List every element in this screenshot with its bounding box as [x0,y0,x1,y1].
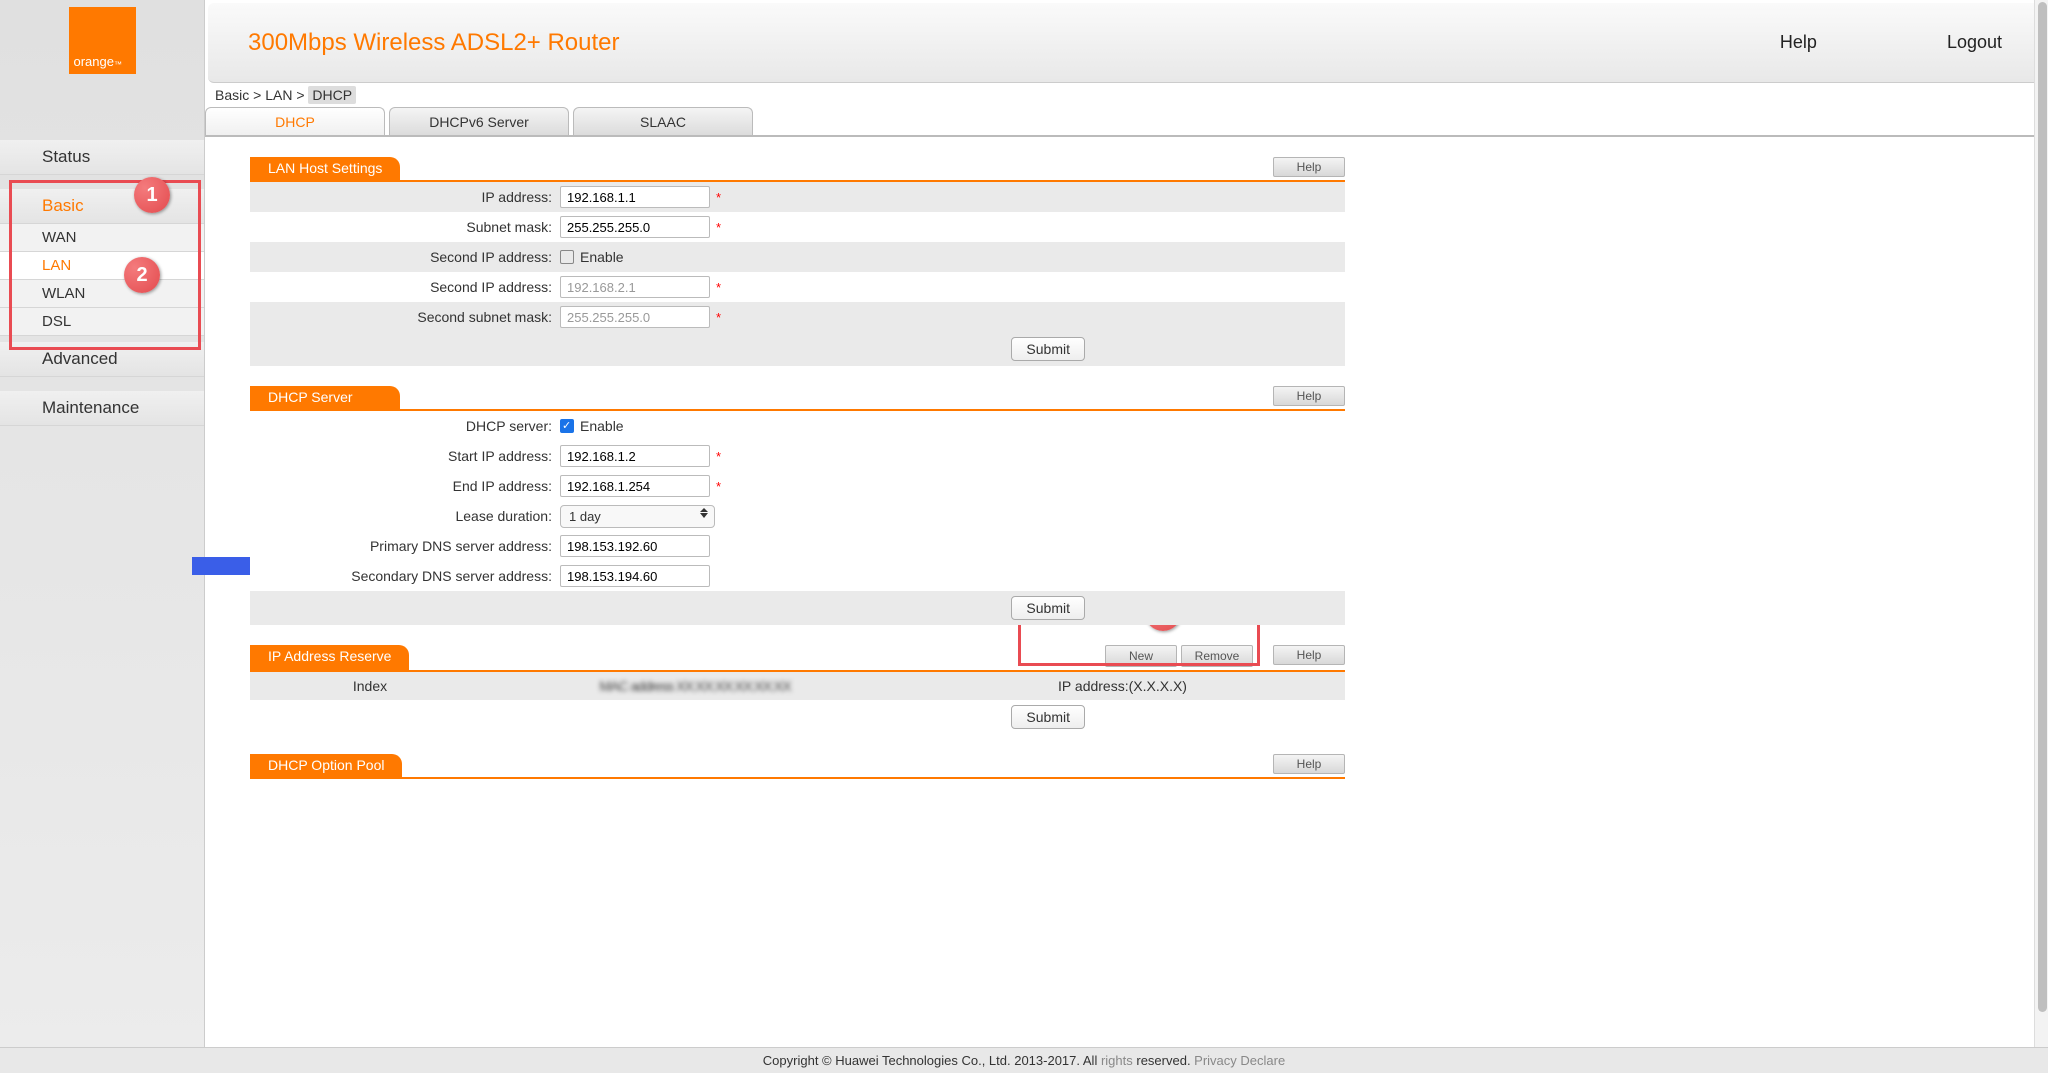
tab-dhcp[interactable]: DHCP [205,107,385,135]
breadcrumb: Basic > LAN > DHCP [205,83,2048,107]
col-index: Index [250,678,490,694]
panel-title-dhcp: DHCP Server [250,386,400,411]
logo-box: orange™ [0,0,204,80]
sidebar: orange™ Status Basic WAN LAN WLAN DSL Ad… [0,0,205,1073]
required-star: * [716,190,721,205]
submit-button-reserve[interactable]: Submit [1011,705,1085,729]
main: 300Mbps Wireless ADSL2+ Router Help Logo… [205,0,2048,1073]
tabs: DHCP DHCPv6 Server SLAAC [205,107,2040,137]
annotation-circle-2: 2 [124,257,160,293]
required-star: * [716,449,721,464]
col-ip: IP address:(X.X.X.X) [900,678,1345,694]
annotation-circle-1: 1 [134,177,170,213]
tab-slaac[interactable]: SLAAC [573,107,753,135]
footer-rights[interactable]: rights [1101,1053,1133,1068]
submit-button-lan-host[interactable]: Submit [1011,337,1085,361]
help-button-ip-reserve[interactable]: Help [1273,645,1345,665]
nav-maintenance[interactable]: Maintenance [0,391,204,426]
header-help-link[interactable]: Help [1780,32,1817,53]
second-ip-enable-text: Enable [580,249,624,265]
panel-title-option-pool: DHCP Option Pool [250,754,402,779]
nav-status[interactable]: Status [0,140,204,175]
scrollbar-thumb[interactable] [2038,2,2047,1012]
breadcrumb-current: DHCP [308,86,356,104]
label-second-ip: Second IP address: [250,279,560,295]
help-button-option-pool[interactable]: Help [1273,754,1345,774]
required-star: * [716,280,721,295]
panel-title-lan-host: LAN Host Settings [250,157,400,182]
required-star: * [716,479,721,494]
submit-button-dhcp[interactable]: Submit [1011,596,1085,620]
top-header: 300Mbps Wireless ADSL2+ Router Help Logo… [208,3,2042,83]
page-title: 300Mbps Wireless ADSL2+ Router [248,29,1710,57]
input-ip-address[interactable] [560,186,710,208]
help-button-dhcp[interactable]: Help [1273,386,1345,406]
label-ip-address: IP address: [250,189,560,205]
label-primary-dns: Primary DNS server address: [250,538,560,554]
input-second-ip[interactable] [560,276,710,298]
panel-dhcp-server: DHCP Server Help DHCP server: Enable [250,386,1345,625]
input-subnet-mask[interactable] [560,216,710,238]
input-second-mask[interactable] [560,306,710,328]
footer-mid: reserved. [1133,1053,1194,1068]
select-lease-duration[interactable]: 1 day [560,505,715,528]
input-end-ip[interactable] [560,475,710,497]
label-lease: Lease duration: [250,508,560,524]
input-start-ip[interactable] [560,445,710,467]
tab-dhcpv6[interactable]: DHCPv6 Server [389,107,569,135]
header-logout-link[interactable]: Logout [1947,32,2002,53]
panel-option-pool: DHCP Option Pool Help [250,754,1345,779]
label-start-ip: Start IP address: [250,448,560,464]
checkbox-second-ip-enable[interactable] [560,250,574,264]
footer-privacy[interactable]: Privacy Declare [1194,1053,1285,1068]
footer-prefix: Copyright © Huawei Technologies Co., Ltd… [763,1053,1101,1068]
input-secondary-dns[interactable] [560,565,710,587]
annotation-box-sidebar [9,180,201,350]
footer: Copyright © Huawei Technologies Co., Ltd… [0,1047,2048,1073]
brand-text: orange [74,54,114,69]
label-second-ip-enable: Second IP address: [250,249,560,265]
input-primary-dns[interactable] [560,535,710,557]
required-star: * [716,220,721,235]
brand-logo: orange™ [69,7,136,74]
dhcp-enable-text: Enable [580,418,624,434]
breadcrumb-basic[interactable]: Basic [215,87,249,103]
label-second-mask: Second subnet mask: [250,309,560,325]
breadcrumb-lan[interactable]: LAN [265,87,292,103]
label-end-ip: End IP address: [250,478,560,494]
panel-lan-host: LAN Host Settings Help IP address: * Sub… [250,157,1345,366]
label-secondary-dns: Secondary DNS server address: [250,568,560,584]
col-mac: MAC address XX:XX:XX:XX:XX:XX [490,678,900,694]
panel-title-ip-reserve: IP Address Reserve [250,645,409,672]
required-star: * [716,310,721,325]
help-button-lan-host[interactable]: Help [1273,157,1345,177]
content: LAN Host Settings Help IP address: * Sub… [205,137,2048,1073]
label-subnet-mask: Subnet mask: [250,219,560,235]
label-dhcp-server: DHCP server: [250,418,560,434]
checkbox-dhcp-enable[interactable] [560,419,574,433]
scrollbar[interactable] [2034,0,2048,1073]
